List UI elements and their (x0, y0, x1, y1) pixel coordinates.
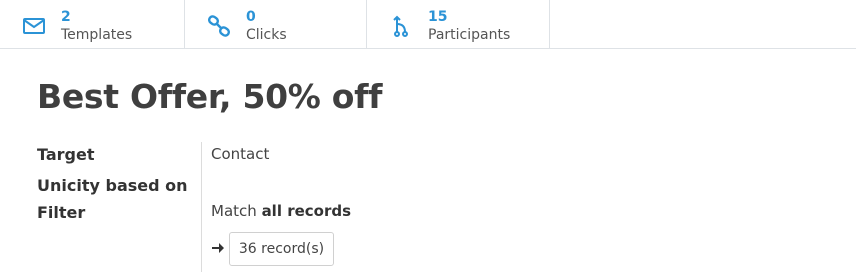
records-button[interactable]: 36 record(s) (229, 232, 334, 266)
arrow-right-icon (211, 240, 225, 254)
unicity-label: Unicity based on (37, 176, 188, 195)
page-title: Best Offer, 50% off (37, 77, 383, 116)
clicks-stat-button[interactable]: 0 Clicks (185, 0, 367, 48)
envelope-icon (22, 14, 46, 38)
clicks-count: 0 (246, 9, 256, 25)
filter-domain: all records (261, 202, 352, 220)
clicks-label: Clicks (246, 27, 287, 43)
target-label: Target (37, 145, 95, 164)
stat-button-bar: 2 Templates 0 Clicks 15 Participants (0, 0, 856, 49)
target-value: Contact (211, 145, 270, 163)
filter-prefix: Match (211, 202, 257, 220)
templates-count: 2 (61, 9, 71, 25)
field-divider (201, 142, 202, 272)
participants-stat-button[interactable]: 15 Participants (367, 0, 550, 48)
branch-icon (389, 14, 413, 38)
filter-value: Match all records (211, 202, 351, 220)
templates-stat-button[interactable]: 2 Templates (0, 0, 185, 48)
filter-label: Filter (37, 203, 86, 222)
participants-count: 15 (428, 9, 448, 25)
templates-label: Templates (61, 27, 133, 43)
link-icon (207, 14, 231, 38)
participants-label: Participants (428, 27, 511, 43)
